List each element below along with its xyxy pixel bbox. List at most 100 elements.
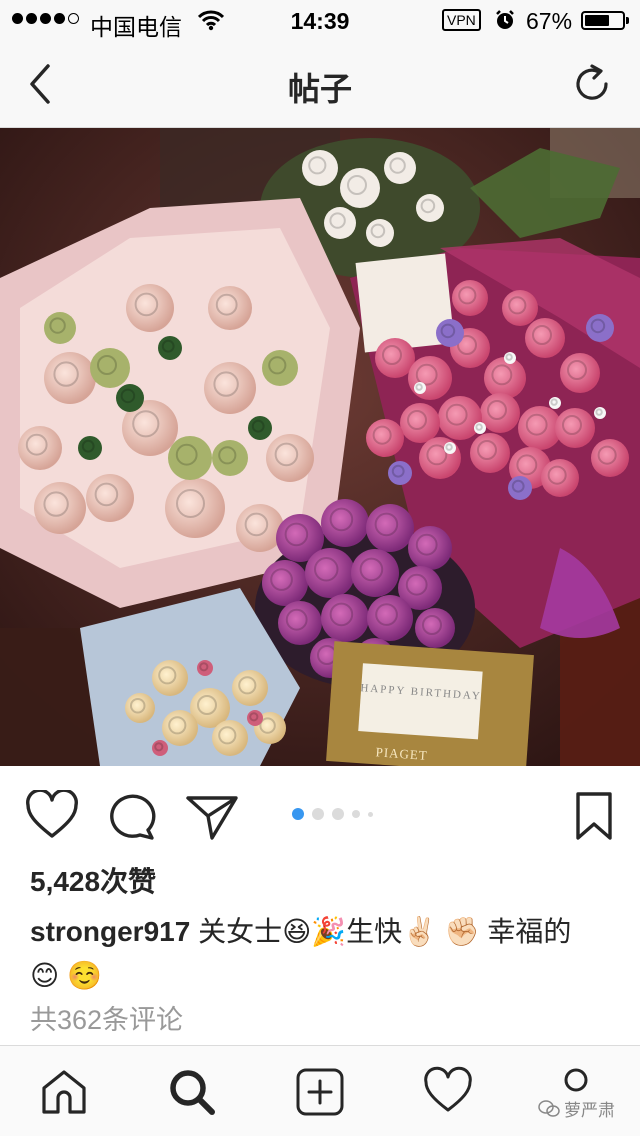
cream-rose [212,720,248,756]
leaf [78,436,102,460]
pink-rose [480,393,520,433]
pale-rose [44,352,96,404]
carousel-dot [312,808,324,820]
caption-username[interactable]: stronger917 [30,916,190,947]
purple-rose [408,526,452,570]
statice [508,476,532,500]
bookmark-icon [576,792,612,840]
home-icon [42,1070,86,1114]
carousel-dot [352,810,360,818]
pale-rose [204,362,256,414]
pink-rose [525,318,565,358]
carousel-dot [368,811,373,817]
page-title: 帖子 [287,71,352,107]
white-lily [302,150,338,186]
pink-rose [408,356,452,400]
refresh-button[interactable] [570,62,614,106]
leaf [116,384,144,412]
pink-rose [560,353,600,393]
tab-bar [0,1045,640,1136]
purple-rose [367,595,413,641]
white-lily [416,194,444,222]
refresh-icon [576,64,608,100]
green-hydrangea [44,312,76,344]
bouquets-photo: HAPPY BIRTHDAY PIAGET [0,128,640,766]
pink-rose [470,433,510,473]
battery-percent: 67% [526,8,573,34]
activity-heart-icon [424,1066,472,1112]
watermark-text: 萝严肃 [564,1101,615,1120]
pale-rose [126,284,174,332]
cream-rose [162,710,198,746]
pink-rose [438,396,482,440]
green-hydrangea [90,348,130,388]
comment-icon [110,794,156,840]
cream-rose [125,693,155,723]
wechat-icon [538,1099,560,1117]
save-button[interactable] [566,790,622,842]
vpn-badge: VPN [442,9,481,31]
comment-button[interactable] [104,790,160,842]
post-caption: stronger917 关女士😆🎉生快✌🏻 ✊🏻 幸福的😊 ☺️ [30,910,590,998]
like-count[interactable]: 5,428次赞 [30,860,156,900]
pink-rose [452,280,488,316]
pale-rose [165,478,225,538]
battery-icon [581,11,629,30]
pink-rose [400,403,440,443]
share-button[interactable] [184,790,240,842]
purple-rose [321,499,369,547]
cream-rose [152,660,188,696]
chevron-left-icon [30,64,50,104]
statice [436,319,464,347]
carousel-dot [332,808,344,820]
pink-rose [366,419,404,457]
leaf [158,336,182,360]
purple-rose [262,560,308,606]
heart-icon [26,788,78,838]
pale-rose [266,434,314,482]
search-icon [170,1070,215,1115]
post-photo[interactable]: HAPPY BIRTHDAY PIAGET [0,128,640,766]
tab-new-post[interactable] [294,1066,346,1118]
pale-rose [86,474,134,522]
green-hydrangea [168,436,212,480]
pink-rose [555,408,595,448]
back-button[interactable] [22,62,62,106]
view-comments-link[interactable]: 共362条评论 [30,998,183,1037]
battery-nub [626,17,629,24]
statice [388,461,412,485]
watermark: 萝严肃 [538,1096,615,1121]
carousel-indicator [292,808,373,820]
status-bar: 中国电信 14:39 VPN 67% [0,0,640,40]
battery-fill [585,15,610,26]
white-lily [340,168,380,208]
white-lily [324,207,356,239]
purple-rose [415,608,455,648]
purple-rose [305,548,355,598]
green-hydrangea [212,440,248,476]
pale-rose [34,482,86,534]
pink-rose [484,357,526,399]
carousel-dot [292,808,304,820]
pink-rose [541,459,579,497]
tab-search[interactable] [166,1066,218,1118]
leaf [248,416,272,440]
statice [586,314,614,342]
pink-rose [502,290,538,326]
purple-rose [366,504,414,552]
tab-activity[interactable] [422,1066,474,1118]
cream-rose [232,670,268,706]
purple-rose [278,601,322,645]
white-lily [384,152,416,184]
purple-rose [351,549,399,597]
add-post-icon [296,1068,344,1116]
white-lily [366,219,394,247]
pink-rose [419,437,461,479]
alarm-icon [494,9,516,37]
green-hydrangea [262,350,298,386]
tab-home[interactable] [38,1066,90,1118]
purple-rose [321,594,369,642]
like-button[interactable] [24,788,80,842]
nav-bar: 帖子 [0,40,640,128]
pale-rose [208,286,252,330]
